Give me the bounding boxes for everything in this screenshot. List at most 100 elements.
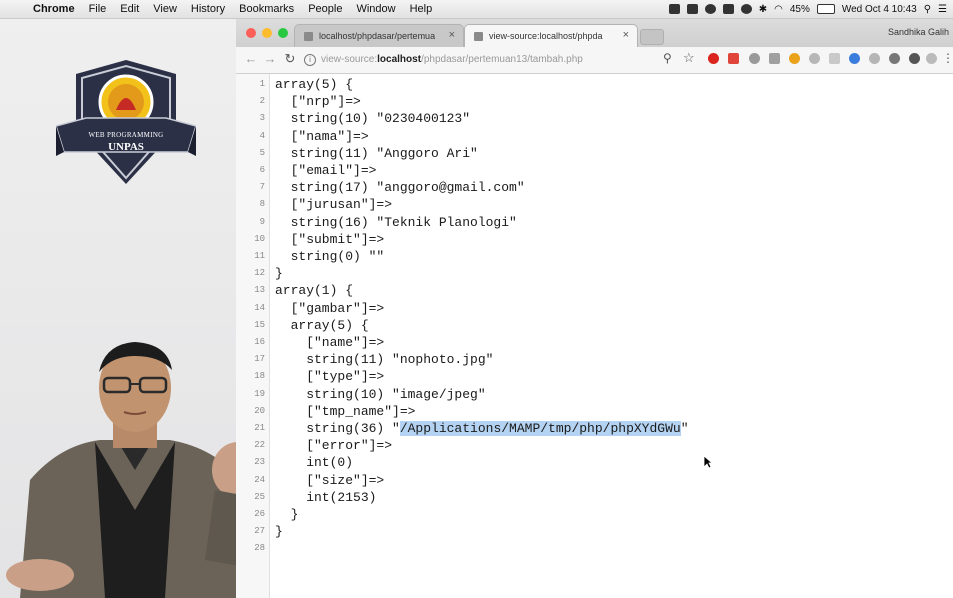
menu-window[interactable]: Window: [349, 3, 402, 15]
source-line-text: ["nama"]=>: [275, 128, 369, 144]
source-line: 5 string(11) "Anggoro Ari": [236, 145, 953, 162]
menu-people[interactable]: People: [301, 3, 349, 15]
presenter-video: [0, 330, 270, 598]
source-line: 2 ["nrp"]=>: [236, 93, 953, 110]
menu-file[interactable]: File: [82, 3, 114, 15]
window-minimize-button[interactable]: [262, 28, 272, 38]
extension-icon[interactable]: [749, 53, 760, 64]
line-number: 25: [254, 491, 265, 502]
gmail-extension-icon[interactable]: [728, 53, 739, 64]
address-bar[interactable]: i view-source: localhost /phpdasar/perte…: [304, 50, 694, 69]
extension-icon[interactable]: [829, 53, 840, 64]
source-line: 11 string(0) "": [236, 248, 953, 265]
window-close-button[interactable]: [246, 28, 256, 38]
source-line-text: ["error"]=>: [275, 438, 393, 454]
menubar-clock[interactable]: Wed Oct 4 10:43: [842, 4, 917, 15]
line-number: 6: [259, 165, 265, 175]
source-line-text: string(17) "anggoro@gmail.com": [275, 180, 525, 196]
source-line-text: int(0): [275, 455, 354, 471]
line-number: 27: [254, 526, 265, 537]
menu-help[interactable]: Help: [403, 3, 440, 15]
source-line: 26 }: [236, 506, 953, 523]
source-line: 21 string(36) "/Applications/MAMP/tmp/ph…: [236, 420, 953, 437]
window-zoom-button[interactable]: [278, 28, 288, 38]
source-line-text: }: [275, 266, 283, 282]
source-line: 23 int(0): [236, 454, 953, 471]
menu-view[interactable]: View: [146, 3, 184, 15]
extension-icon[interactable]: [849, 53, 860, 64]
source-line-text: array(5) {: [275, 317, 369, 333]
source-line-text: ["gambar"]=>: [275, 300, 385, 316]
line-number: 9: [259, 216, 265, 227]
wifi-icon[interactable]: ◠: [774, 4, 783, 15]
source-line: 14 ["gambar"]=>: [236, 300, 953, 317]
menu-bookmarks[interactable]: Bookmarks: [232, 3, 301, 15]
line-number: 17: [254, 354, 265, 365]
unpas-logo: WEB PROGRAMMING UNPAS: [55, 60, 197, 190]
spotlight-search-icon[interactable]: ⚲: [924, 4, 931, 15]
source-line-text: ["tmp_name"]=>: [275, 403, 416, 419]
extension-icon[interactable]: [889, 53, 900, 64]
notification-center-icon[interactable]: ☰: [938, 4, 947, 15]
source-line: 7 string(17) "anggoro@gmail.com": [236, 179, 953, 196]
bluetooth-icon[interactable]: ✱: [759, 4, 767, 15]
line-number: 26: [254, 509, 265, 519]
extension-icon[interactable]: [926, 53, 937, 64]
line-number: 21: [254, 423, 265, 433]
back-arrow-icon[interactable]: ←: [244, 51, 258, 66]
source-line: 25 int(2153): [236, 489, 953, 506]
chrome-menu-icon[interactable]: ⋮: [942, 51, 953, 65]
source-line-text: ["email"]=>: [275, 163, 377, 178]
font-extension-icon[interactable]: [809, 53, 820, 64]
camera-icon[interactable]: [722, 4, 734, 14]
source-line-text: string(10) "0230400123": [275, 111, 471, 127]
tab-close-icon[interactable]: ×: [623, 29, 629, 41]
reload-icon[interactable]: ↻: [283, 51, 297, 67]
line-number: 15: [254, 319, 265, 330]
macos-menubar: Chrome File Edit View History Bookmarks …: [0, 0, 953, 19]
page-favicon-icon: [304, 32, 313, 41]
extension-icon[interactable]: [869, 53, 880, 64]
line-number: 4: [259, 130, 265, 141]
source-line-text: }: [275, 507, 299, 522]
line-number: 11: [254, 251, 265, 261]
extension-icon[interactable]: [769, 53, 780, 64]
site-info-icon[interactable]: i: [304, 53, 316, 66]
screen-record-icon[interactable]: [686, 4, 698, 14]
source-line: 9 string(16) "Teknik Planologi": [236, 214, 953, 231]
battery-percent: 45%: [789, 3, 810, 15]
selected-text: /Applications/MAMP/tmp/php/phpXYdGWu: [399, 421, 681, 436]
tab-view-source[interactable]: view-source:localhost/phpda ×: [464, 24, 638, 47]
forward-arrow-icon[interactable]: →: [263, 51, 277, 66]
source-line-text: string(16) "Teknik Planologi": [275, 214, 517, 230]
line-number: 13: [254, 285, 265, 296]
menu-chrome[interactable]: Chrome: [26, 3, 82, 15]
cloud-icon[interactable]: [704, 4, 716, 14]
menu-edit[interactable]: Edit: [113, 3, 146, 15]
source-line: 8 ["jurusan"]=>: [236, 196, 953, 213]
source-line-text: int(2153): [275, 489, 377, 505]
source-line-text: ["name"]=>: [275, 335, 385, 350]
logo-caption-line2: UNPAS: [108, 141, 144, 153]
new-tab-button[interactable]: [640, 29, 664, 45]
tab-close-icon[interactable]: ×: [449, 29, 455, 41]
tab-label: localhost/phpdasar/pertemua: [319, 31, 436, 41]
bookmark-star-icon[interactable]: ☆: [683, 50, 695, 66]
tab-localhost-tambah[interactable]: localhost/phpdasar/pertemua ×: [294, 24, 464, 47]
line-number: 2: [259, 96, 265, 107]
source-line-text: ["type"]=>: [275, 369, 385, 385]
line-number: 22: [254, 440, 265, 451]
dropbox-icon[interactable]: [668, 4, 680, 14]
profile-name[interactable]: Sandhika Galih: [888, 27, 949, 37]
mouse-cursor-icon: [703, 455, 713, 469]
opera-extension-icon[interactable]: [708, 53, 719, 64]
line-number: 12: [254, 268, 265, 279]
color-picker-extension-icon[interactable]: [789, 53, 800, 64]
zoom-icon[interactable]: ⚲: [663, 51, 672, 65]
unpas-shield-icon: [55, 60, 197, 184]
menu-history[interactable]: History: [184, 3, 232, 15]
extension-icon[interactable]: [909, 53, 920, 64]
battery-icon[interactable]: [816, 4, 835, 14]
sync-icon[interactable]: [740, 4, 752, 14]
line-number: 14: [254, 302, 265, 313]
